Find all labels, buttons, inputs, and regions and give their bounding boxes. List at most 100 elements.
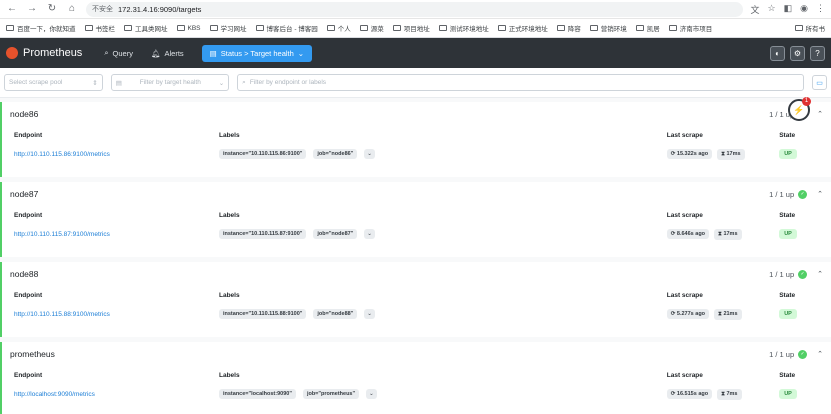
url-text: 172.31.4.16:9090/targets (118, 4, 202, 14)
bookmark-item[interactable]: 凯居 (635, 23, 660, 33)
bookmark-item[interactable]: 济南市项目 (668, 23, 712, 33)
label-badge: job="prometheus" (302, 389, 360, 399)
filters-bar: Select scrape pool ⇕ ▤ Filter by target … (0, 68, 831, 98)
folder-icon (497, 25, 506, 31)
folder-icon (176, 25, 185, 31)
extensions-icon[interactable]: ◧ (784, 3, 793, 16)
chevron-down-icon[interactable]: ⌄ (364, 149, 375, 159)
chevron-down-icon: ⌄ (218, 79, 225, 87)
folder-icon (359, 25, 368, 31)
chevron-down-icon[interactable]: ⌄ (364, 309, 375, 319)
folder-icon (438, 25, 447, 31)
pool-header[interactable]: node88 1 / 1 up ✓ ⌃ (2, 262, 831, 286)
scrape-time-badge: ⟳ 16.515s ago (666, 389, 713, 399)
folder-icon (635, 25, 644, 31)
pool-header[interactable]: node86 1 / 1 up ✓ ⌃ (2, 102, 831, 126)
endpoint-link[interactable]: http://10.110.115.86:9100/metrics (14, 151, 219, 158)
endpoint-link[interactable]: http://localhost:9090/metrics (14, 391, 219, 398)
floating-assistant-button[interactable]: ⚡ 1 (788, 97, 811, 121)
bookmark-item[interactable]: 书签栏 (84, 23, 115, 33)
assistant-icon: ⚡ (793, 104, 805, 115)
home-icon[interactable]: ⌂ (66, 3, 78, 15)
all-bookmarks[interactable]: 所有书 (794, 23, 825, 33)
pool-name: node88 (10, 269, 39, 279)
back-icon[interactable]: ← (6, 3, 18, 15)
label-badge: instance="10.110.115.88:9100" (218, 309, 307, 319)
scrape-time-badge: ⟳ 8.646s ago (666, 229, 710, 239)
table-header: Endpoint Labels Last scrape State (14, 371, 796, 379)
search-input[interactable]: ⌕ Filter by endpoint or labels (237, 74, 805, 91)
bookmarks-bar: 百度一下，你就知道 书签栏 工具类网址 KBS 学习网址 博客后台 - 博客园 … (0, 19, 831, 38)
chevron-up-icon[interactable]: ⌃ (817, 110, 823, 118)
table-row: http://10.110.115.87:9100/metrics instan… (2, 224, 831, 244)
filter-icon: ▤ (115, 79, 122, 87)
settings-icon[interactable]: ⚙ (790, 45, 805, 61)
endpoint-link[interactable]: http://10.110.115.88:9100/metrics (14, 311, 219, 318)
pool-card: node88 1 / 1 up ✓ ⌃ Endpoint Labels Last… (0, 262, 831, 337)
target-list: node86 1 / 1 up ✓ ⌃ Endpoint Labels Last… (0, 98, 831, 414)
health-filter-select[interactable]: ▤ Filter by target health ⌄ (110, 74, 230, 91)
pool-header[interactable]: prometheus 1 / 1 up ✓ ⌃ (2, 342, 831, 366)
translate-icon[interactable]: 文 (751, 3, 760, 16)
label-badge: job="node86" (313, 149, 358, 159)
endpoint-link[interactable]: http://10.110.115.87:9100/metrics (14, 231, 219, 238)
bookmark-item[interactable]: 百度一下，你就知道 (6, 23, 76, 33)
menu-icon[interactable]: ⋮ (816, 3, 825, 16)
bookmark-star-icon[interactable]: ☆ (768, 3, 776, 16)
chevron-up-icon[interactable]: ⌃ (817, 350, 823, 358)
scrape-time-badge: ⟳ 5.277s ago (666, 309, 710, 319)
reload-icon[interactable]: ↻ (46, 3, 58, 15)
bookmark-item[interactable]: 项目地址 (392, 23, 430, 33)
prometheus-logo-icon (6, 47, 18, 59)
folder-icon (794, 25, 803, 31)
pool-header[interactable]: node87 1 / 1 up ✓ ⌃ (2, 182, 831, 206)
pool-card: prometheus 1 / 1 up ✓ ⌃ Endpoint Labels … (0, 342, 831, 414)
brand[interactable]: Prometheus (6, 47, 82, 59)
profile-icon[interactable]: ◉ (800, 3, 808, 16)
pool-name: node86 (10, 109, 39, 119)
chevron-down-icon[interactable]: ⌄ (364, 229, 375, 239)
check-icon: ✓ (798, 269, 808, 279)
chevron-down-icon: ⌄ (297, 48, 305, 58)
scrape-pool-select[interactable]: Select scrape pool ⇕ (4, 74, 103, 91)
chevron-updown-icon: ⇕ (92, 79, 98, 87)
label-badge: instance="10.110.115.86:9100" (218, 149, 307, 159)
status-badge: UP (779, 229, 797, 239)
check-icon: ✓ (798, 349, 808, 359)
bookmark-item[interactable]: 源菜 (359, 23, 384, 33)
chevron-up-icon[interactable]: ⌃ (817, 270, 823, 278)
bookmark-item[interactable]: 个人 (326, 23, 351, 33)
search-icon: ⌕ (242, 78, 246, 86)
nav-status[interactable]: ▤ Status > Target health ⌄ (201, 44, 313, 62)
bookmark-item[interactable]: KBS (176, 25, 201, 32)
server-icon: ▤ (209, 48, 217, 58)
bookmark-item[interactable]: 学习网址 (209, 23, 247, 33)
folder-icon (589, 25, 598, 31)
address-bar[interactable]: 不安全 172.31.4.16:9090/targets (86, 1, 743, 17)
table-header: Endpoint Labels Last scrape State (14, 291, 796, 299)
theme-toggle-icon[interactable]: ◐ (770, 45, 785, 61)
chevron-down-icon[interactable]: ⌄ (366, 389, 377, 399)
pool-health-count: 1 / 1 up ✓ ⌃ (769, 269, 823, 279)
label-badge: job="node88" (313, 309, 358, 319)
bookmark-item[interactable]: 博客后台 - 博客园 (255, 23, 318, 33)
bookmark-item[interactable]: 降容 (556, 23, 581, 33)
chevron-up-icon[interactable]: ⌃ (817, 190, 823, 198)
help-icon[interactable]: ? (810, 45, 825, 61)
folder-icon (124, 25, 132, 31)
browser-toolbar: ← → ↻ ⌂ 不安全 172.31.4.16:9090/targets 文 ☆… (0, 0, 831, 19)
nav-alerts[interactable]: 🔔︎ Alerts (151, 49, 184, 58)
table-row: http://10.110.115.86:9100/metrics instan… (2, 144, 831, 164)
table-header: Endpoint Labels Last scrape State (14, 131, 796, 139)
scrape-duration-badge: ⧗ 17ms (714, 228, 742, 240)
table-row: http://10.110.115.88:9100/metrics instan… (2, 304, 831, 324)
forward-icon[interactable]: → (26, 3, 38, 15)
bookmark-item[interactable]: 营销环境 (589, 23, 627, 33)
bookmark-item[interactable]: 测试环境地址 (438, 23, 489, 33)
search-icon: ⌕ (104, 48, 109, 57)
pool-card: node86 1 / 1 up ✓ ⌃ Endpoint Labels Last… (0, 102, 831, 177)
bookmark-item[interactable]: 工具类网址 (124, 23, 168, 33)
collapse-icon[interactable]: ▭ (812, 75, 827, 90)
bookmark-item[interactable]: 正式环境地址 (497, 23, 548, 33)
nav-query[interactable]: ⌕ Query (104, 48, 133, 58)
